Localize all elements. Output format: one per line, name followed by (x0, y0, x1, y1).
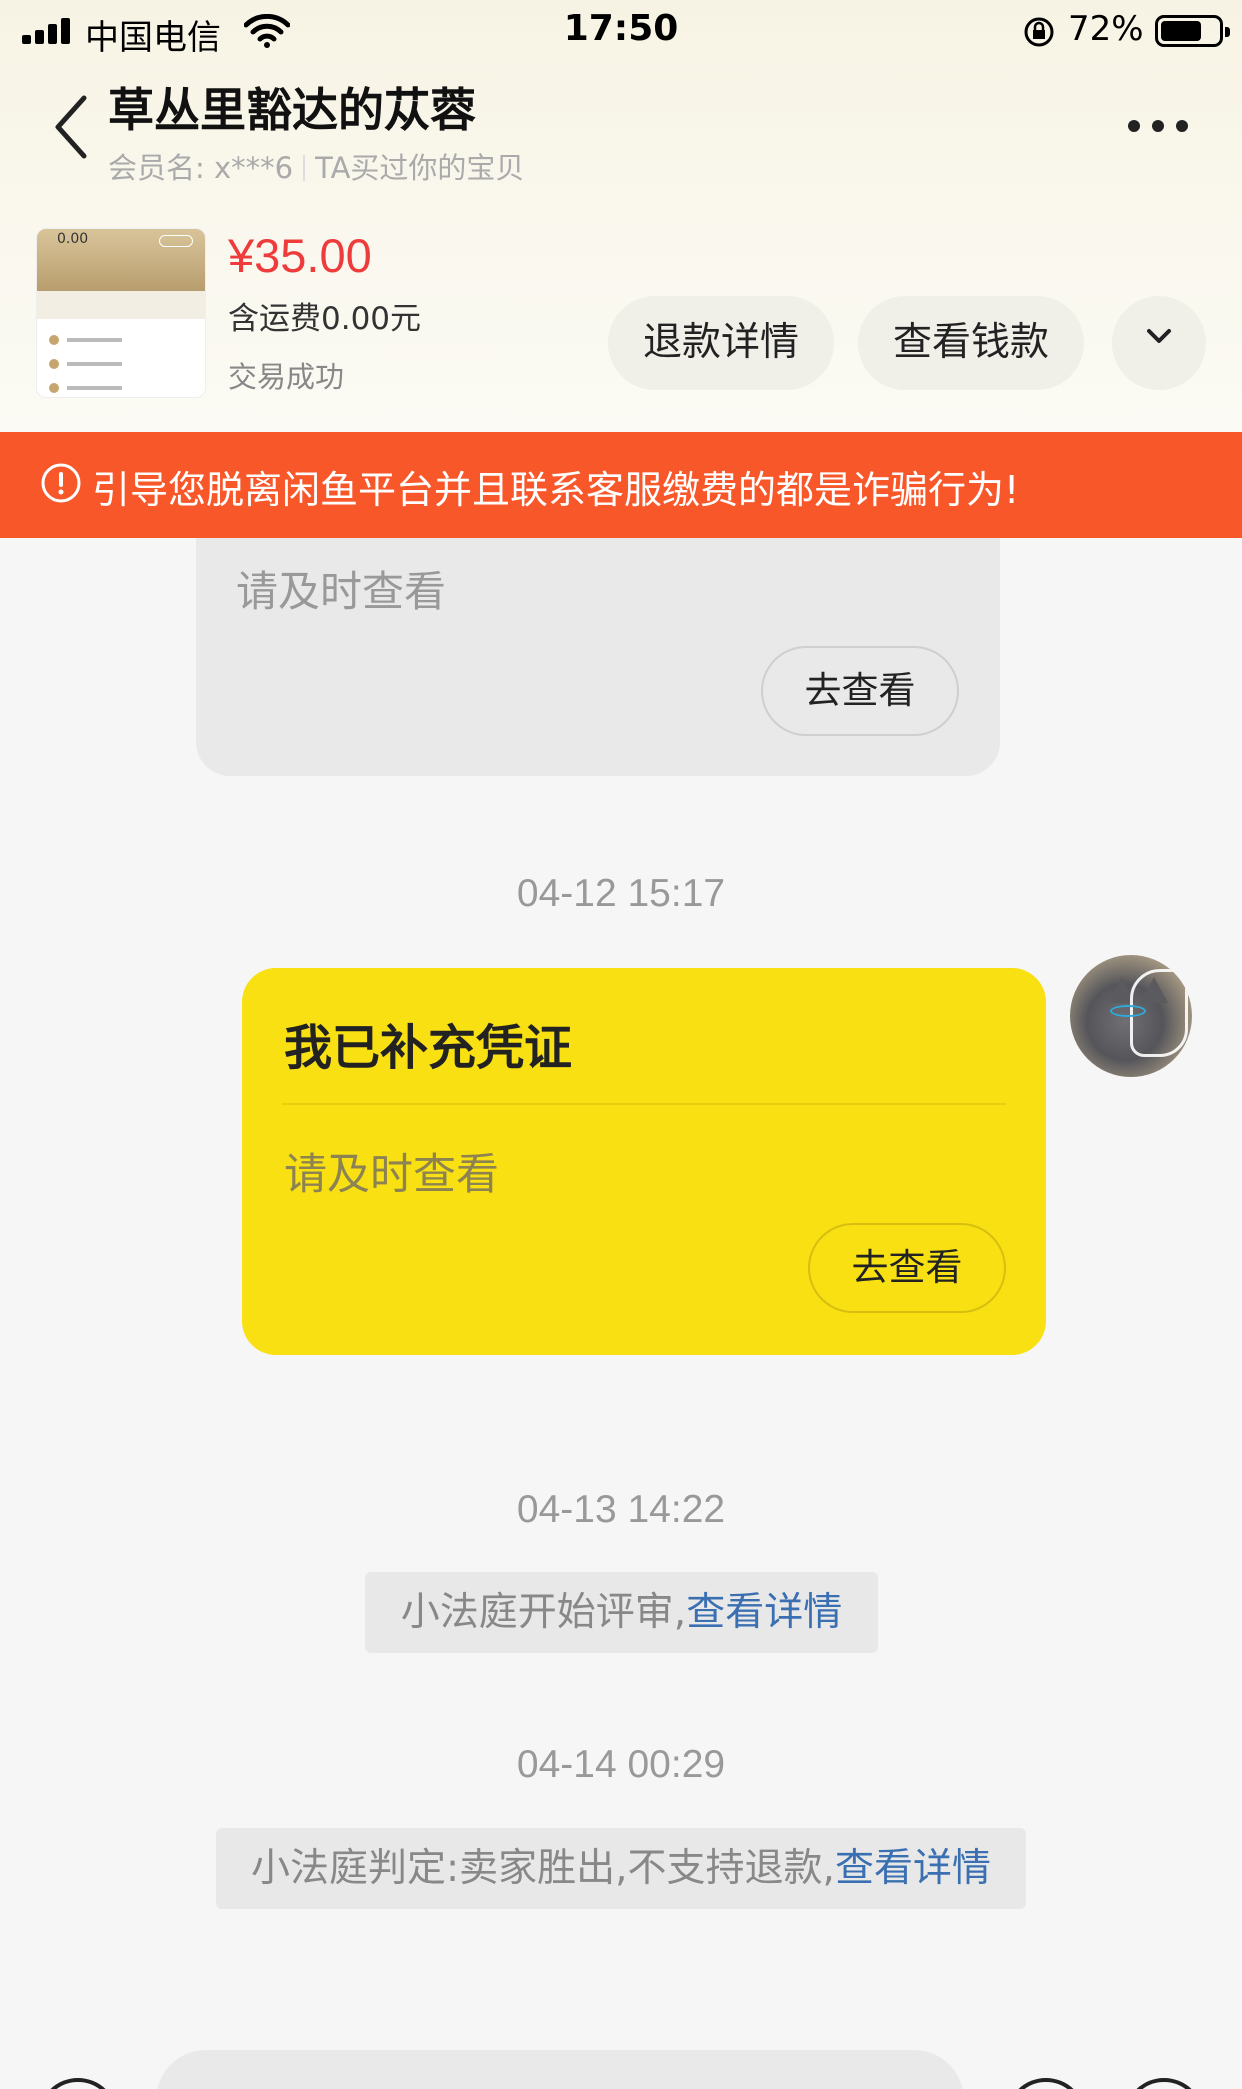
chevron-down-icon (1147, 329, 1171, 343)
chat-subtitle: 会员名: x***6 TA买过你的宝贝 (108, 145, 524, 187)
refund-detail-button[interactable]: 退款详情 (608, 296, 834, 390)
message-timestamp: 04-14 00:29 (516, 1743, 726, 1786)
view-money-button[interactable]: 查看钱款 (858, 296, 1084, 390)
view-details-link[interactable]: 查看详情 (686, 1590, 842, 1635)
system-message: 小法庭开始评审,查看详情 (365, 1572, 878, 1653)
deal-status: 交易成功 (228, 360, 345, 394)
card-hint: 请及时查看 (284, 1150, 499, 1200)
evidence-message-card: 我已补充凭证 请及时查看 去查看 (242, 968, 1046, 1355)
warning-text: 引导您脱离闲鱼平台并且联系客服缴费的都是诈骗行为! (92, 468, 1020, 512)
expand-button[interactable] (1112, 296, 1206, 390)
card-title: 我已补充凭证 (284, 1020, 573, 1076)
thumbnail-header: 0.00 (37, 229, 205, 291)
emoji-button[interactable] (1006, 2078, 1086, 2089)
product-price: ¥35.00 (228, 229, 372, 282)
message-card: 请及时查看 去查看 (196, 538, 1000, 776)
system-message-text: 小法庭开始评审, (400, 1590, 687, 1635)
add-button[interactable] (1124, 2078, 1204, 2089)
view-details-link[interactable]: 查看详情 (835, 1846, 991, 1891)
thumbnail-balance: 0.00 (57, 231, 89, 247)
system-message: 小法庭判定:卖家胜出,不支持退款,查看详情 (216, 1828, 1026, 1909)
thumbnail-line (49, 335, 179, 345)
system-message-text: 小法庭判定:卖家胜出,不支持退款, (251, 1846, 835, 1891)
battery-percent: 72% (1068, 9, 1144, 49)
input-bar (0, 2040, 1242, 2089)
thumbnail-line (49, 383, 179, 393)
go-view-button[interactable]: 去查看 (761, 646, 959, 736)
message-timestamp: 04-12 15:17 (516, 872, 726, 915)
shipping-fee: 含运费0.00元 (228, 301, 422, 337)
fraud-warning-banner: 引导您脱离闲鱼平台并且联系客服缴费的都是诈骗行为! (0, 432, 1242, 538)
message-input[interactable] (156, 2050, 964, 2089)
warning-icon (41, 463, 81, 503)
chat-title: 草丛里豁达的苁蓉 (108, 83, 476, 137)
go-view-button[interactable]: 去查看 (808, 1223, 1006, 1313)
rotation-lock-icon (1024, 17, 1054, 47)
battery-icon (1155, 15, 1230, 47)
back-icon[interactable] (48, 92, 98, 162)
product-thumbnail[interactable]: 0.00 (36, 228, 206, 398)
thumbnail-line (49, 359, 179, 369)
message-timestamp: 04-13 14:22 (516, 1488, 726, 1531)
card-divider (282, 1103, 1006, 1105)
thumbnail-stats (37, 291, 205, 319)
status-bar: 中国电信 17:50 72% (0, 0, 1242, 62)
subtitle-divider (303, 155, 306, 181)
voice-button[interactable] (38, 2078, 118, 2089)
member-label: 会员名: (108, 151, 205, 185)
more-icon[interactable] (1128, 112, 1198, 140)
avatar[interactable] (1070, 955, 1192, 1077)
relation-text: TA买过你的宝贝 (315, 151, 525, 185)
thumbnail-badge (159, 235, 193, 247)
member-id: x***6 (214, 151, 294, 185)
card-hint: 请及时查看 (236, 567, 447, 616)
